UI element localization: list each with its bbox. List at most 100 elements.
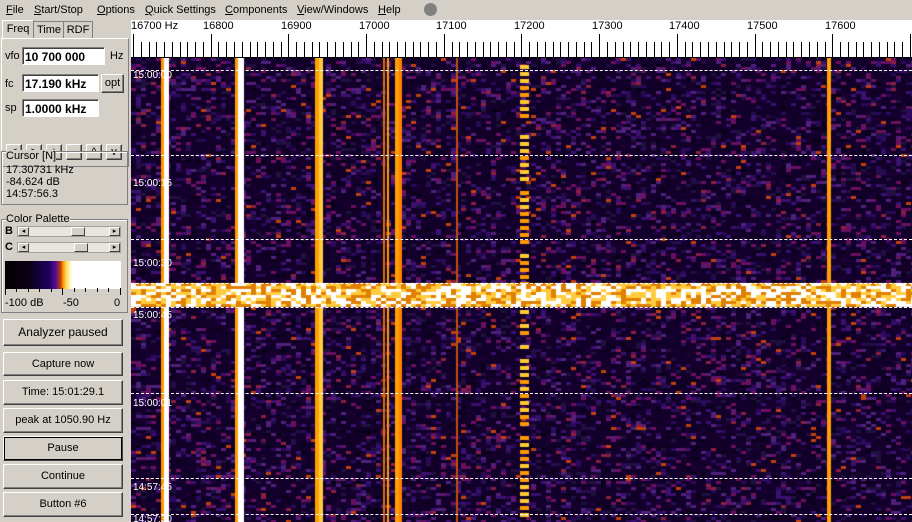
freq-tick xyxy=(498,42,499,57)
sp-input[interactable]: 1.0000 kHz xyxy=(22,99,99,117)
freq-tick xyxy=(615,42,616,57)
time-label: 14:57:30 xyxy=(133,514,172,522)
fc-input[interactable]: 17.190 kHz xyxy=(22,74,99,92)
freq-scale-label: 16800 xyxy=(203,20,234,32)
menu-options[interactable]: Options xyxy=(97,4,135,16)
freq-tick xyxy=(195,42,196,57)
waterfall-canvas[interactable] xyxy=(131,58,912,522)
freq-tick xyxy=(413,42,414,57)
continue-button[interactable]: Continue xyxy=(3,464,123,489)
freq-tick xyxy=(506,42,507,57)
freq-tick xyxy=(351,42,352,57)
palette-max-label: 0 xyxy=(114,297,121,309)
button-6[interactable]: Button #6 xyxy=(3,492,123,517)
freq-tick xyxy=(599,34,600,57)
vfo-label: vfo xyxy=(5,50,20,62)
opt-button[interactable]: opt xyxy=(101,74,124,93)
freq-tick xyxy=(685,42,686,57)
menu-bar: File Start/Stop Options Quick Settings Compo… xyxy=(0,0,912,20)
freq-tick xyxy=(856,42,857,57)
menu-quick-settings[interactable]: Quick Settings xyxy=(145,4,216,16)
palette-min-label: -100 dB xyxy=(5,297,44,309)
freq-scale-label: 17400 xyxy=(669,20,700,32)
color-palette-bar xyxy=(5,261,121,289)
freq-tick xyxy=(226,42,227,57)
freq-tick xyxy=(319,42,320,57)
time-label: 15:00:00 xyxy=(133,70,172,81)
freq-tick xyxy=(793,42,794,57)
freq-tick xyxy=(335,42,336,57)
freq-tick xyxy=(452,42,453,57)
freq-tick xyxy=(529,42,530,57)
freq-tick xyxy=(654,42,655,57)
freq-tick xyxy=(265,42,266,57)
vfo-input[interactable]: 10 700 000 xyxy=(22,47,105,65)
menu-components[interactable]: Components xyxy=(225,4,287,16)
freq-tick xyxy=(133,34,134,57)
freq-tick xyxy=(250,42,251,57)
freq-tick xyxy=(436,42,437,57)
freq-tick xyxy=(374,42,375,57)
freq-tick xyxy=(731,42,732,57)
cursor-freq: 17.30731 kHz xyxy=(6,164,74,176)
menu-start-stop[interactable]: Start/Stop xyxy=(34,4,83,16)
scroll-right-icon[interactable]: ▸ xyxy=(109,227,120,236)
brightness-thumb[interactable] xyxy=(71,227,86,236)
freq-tick xyxy=(405,42,406,57)
analyzer-paused-button[interactable]: Analyzer paused xyxy=(3,319,123,346)
freq-tick xyxy=(716,42,717,57)
time-gridline xyxy=(131,514,912,515)
freq-tick xyxy=(397,42,398,57)
freq-scale-label: 17000 xyxy=(359,20,390,32)
pause-button[interactable]: Pause xyxy=(3,436,123,461)
freq-tick xyxy=(257,42,258,57)
freq-tick xyxy=(358,42,359,57)
spectrogram-display[interactable]: 16700 Hz 16800 16900 17000 17100 17200 17300 17… xyxy=(131,20,912,522)
time-label: 14:57:45 xyxy=(133,482,172,493)
tab-freq[interactable]: Freq xyxy=(2,20,34,39)
freq-tick xyxy=(459,42,460,57)
freq-tick xyxy=(832,34,833,57)
freq-tick xyxy=(762,42,763,57)
freq-tick xyxy=(149,42,150,57)
waterfall[interactable]: 15:00:00 15:00:15 15:00:30 15:00:45 15:00:01… xyxy=(131,58,912,522)
tab-time[interactable]: Time xyxy=(33,21,65,38)
time-gridline xyxy=(131,155,912,156)
scroll-left-icon[interactable]: ◂ xyxy=(18,243,29,252)
tab-rdf[interactable]: RDF xyxy=(63,21,93,38)
freq-tick xyxy=(141,42,142,57)
freq-tick xyxy=(296,42,297,57)
time-label: 15:00:30 xyxy=(133,258,172,269)
vfo-unit-label: Hz xyxy=(110,50,124,62)
freq-tick xyxy=(420,42,421,57)
time-label: 15:00:15 xyxy=(133,178,172,189)
control-panel: Freq Time RDF vfo 10 700 000 Hz fc 17.19… xyxy=(0,20,129,522)
freq-tick xyxy=(801,42,802,57)
contrast-thumb[interactable] xyxy=(73,243,88,252)
menu-help[interactable]: Help xyxy=(378,4,401,16)
freq-tick xyxy=(156,42,157,57)
freq-tick xyxy=(211,34,212,57)
freq-scale-label: 16900 xyxy=(281,20,312,32)
capture-now-button[interactable]: Capture now xyxy=(3,352,123,376)
scroll-right-icon[interactable]: ▸ xyxy=(109,243,120,252)
freq-tick xyxy=(724,42,725,57)
time-gridline xyxy=(131,307,912,308)
cursor-title: Cursor [N] xyxy=(6,150,57,162)
brightness-slider[interactable]: ◂ ▸ xyxy=(17,226,121,237)
freq-tick xyxy=(164,42,165,57)
sp-label: sp xyxy=(5,102,17,114)
freq-tick xyxy=(817,42,818,57)
menu-view-windows[interactable]: View/Windows xyxy=(297,4,368,16)
scroll-left-icon[interactable]: ◂ xyxy=(18,227,29,236)
freq-tick xyxy=(894,42,895,57)
contrast-slider[interactable]: ◂ ▸ xyxy=(17,242,121,253)
freq-tick xyxy=(584,42,585,57)
freq-tick xyxy=(273,42,274,57)
freq-tick xyxy=(366,34,367,57)
freq-tick xyxy=(242,42,243,57)
freq-tick xyxy=(234,42,235,57)
freq-scale-label: 16700 Hz xyxy=(131,20,179,32)
freq-tick xyxy=(755,34,756,57)
menu-file[interactable]: File xyxy=(6,4,24,16)
